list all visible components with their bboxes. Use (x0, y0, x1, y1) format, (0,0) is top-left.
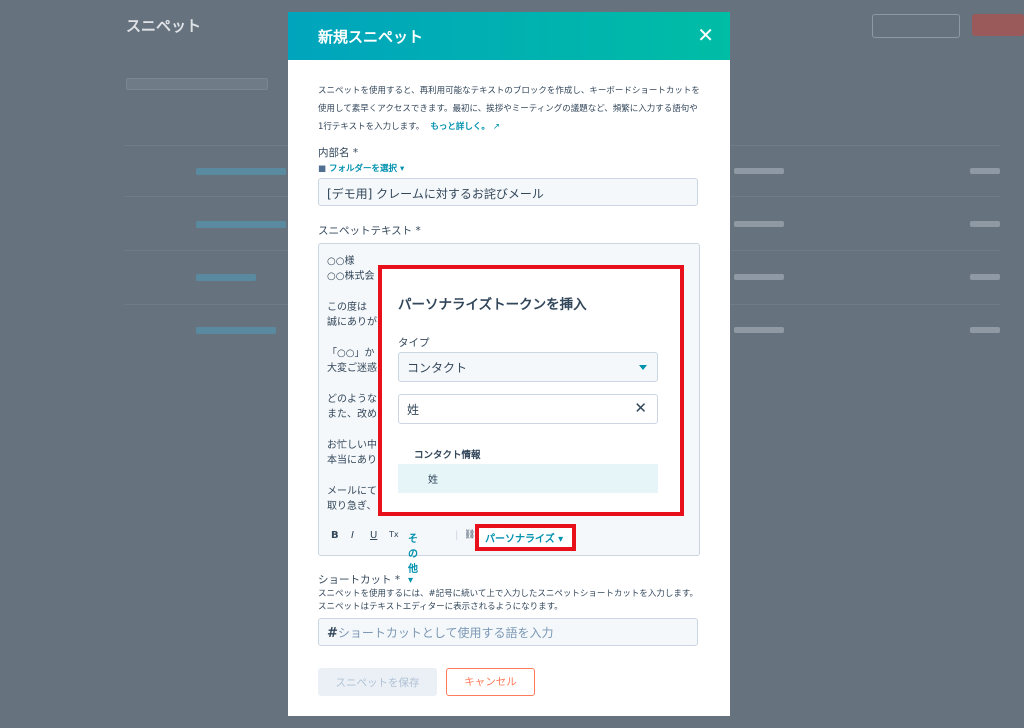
shortcut-input[interactable]: #ショートカットとして使用する語を入力 (318, 618, 698, 646)
background-cell (970, 327, 1000, 333)
editor-line: 誠にありが (327, 317, 377, 328)
caret-down-icon (639, 365, 647, 370)
token-search-value: 姓 (407, 403, 420, 417)
background-page-title: スニペット (126, 17, 202, 35)
folder-icon: ■ (318, 164, 327, 174)
shortcut-hint: スニペットを使用するには、#記号に続いて上で入力したスニペットショートカットを入… (318, 589, 699, 612)
background-cell (970, 221, 1000, 227)
learn-more-link[interactable]: もっと詳しく。 (430, 122, 490, 132)
modal-header: 新規スニペット ✕ (288, 12, 730, 60)
background-filter (126, 78, 268, 90)
personalization-token-popup: パーソナライズトークンを挿入 タイプ コンタクト 姓 ✕ コンタクト情報 姓 (378, 265, 684, 516)
internal-name-label: 内部名 * (318, 147, 359, 159)
hash-prefix: # (327, 626, 338, 641)
internal-name-input[interactable]: [デモ用] クレームに対するお詫びメール (318, 178, 698, 206)
cancel-button[interactable]: キャンセル (446, 668, 535, 696)
popup-title: パーソナライズトークンを挿入 (398, 297, 587, 313)
token-group-label: コンタクト情報 (414, 450, 481, 461)
background-create-button (972, 14, 1024, 36)
editor-line: 取り急ぎ、 (327, 501, 377, 512)
editor-line: メールにて (327, 486, 377, 497)
token-search-input[interactable]: 姓 ✕ (398, 394, 658, 424)
background-row-link (196, 221, 286, 228)
underline-button[interactable]: U (370, 530, 377, 541)
background-cell (734, 168, 784, 174)
token-option[interactable]: 姓 (398, 464, 658, 493)
background-row-link (196, 274, 256, 281)
editor-line: お忙しい中 (327, 440, 377, 451)
background-cell (970, 274, 1000, 280)
background-cell (734, 274, 784, 280)
snippet-text-label: スニペットテキスト * (318, 225, 421, 237)
clear-format-button[interactable]: Tx (389, 530, 399, 539)
modal-title: 新規スニペット (318, 28, 424, 46)
editor-line: 「○○」か (327, 348, 375, 359)
more-button[interactable]: その他 ▾ (408, 530, 418, 586)
background-cell (734, 327, 784, 333)
link-button[interactable]: ⛓ (464, 530, 475, 540)
description-text: スニペットを使用すると、再利用可能なテキストのブロックを作成し、キーボードショー… (318, 86, 700, 132)
background-row-link (196, 168, 286, 175)
personalize-label: パーソナライズ ▾ (485, 534, 564, 545)
personalize-button[interactable]: パーソナライズ ▾ (475, 524, 576, 551)
folder-select[interactable]: ■ フォルダーを選択 ▾ (318, 162, 404, 174)
background-cell (734, 221, 784, 227)
type-select[interactable]: コンタクト (398, 352, 658, 382)
save-snippet-button[interactable]: スニペットを保存 (318, 668, 437, 696)
editor-line: また、改め (327, 409, 377, 420)
type-label: タイプ (398, 337, 430, 349)
italic-button[interactable]: I (351, 530, 354, 541)
type-select-value: コンタクト (407, 361, 468, 375)
shortcut-label: ショートカット * (318, 574, 401, 586)
editor-line: この度は (327, 302, 367, 313)
background-button (872, 14, 960, 38)
close-icon[interactable]: ✕ (697, 24, 714, 46)
clear-icon[interactable]: ✕ (634, 399, 647, 417)
folder-select-label: フォルダーを選択 ▾ (329, 164, 405, 174)
shortcut-placeholder: ショートカットとして使用する語を入力 (337, 626, 554, 640)
toolbar-divider: | (455, 530, 459, 541)
modal-description: スニペットを使用すると、再利用可能なテキストのブロックを作成し、キーボードショー… (318, 82, 703, 136)
editor-line: 大変ご迷惑 (327, 363, 377, 374)
external-link-icon: ↗ (492, 122, 500, 132)
background-row-link (196, 327, 276, 334)
editor-line: ○○株式会 (327, 271, 375, 282)
editor-line: どのような (327, 394, 377, 405)
editor-line: ○○様 (327, 256, 355, 267)
editor-line: 本当にあり (327, 455, 377, 466)
bold-button[interactable]: B (331, 530, 339, 541)
background-cell (970, 168, 1000, 174)
